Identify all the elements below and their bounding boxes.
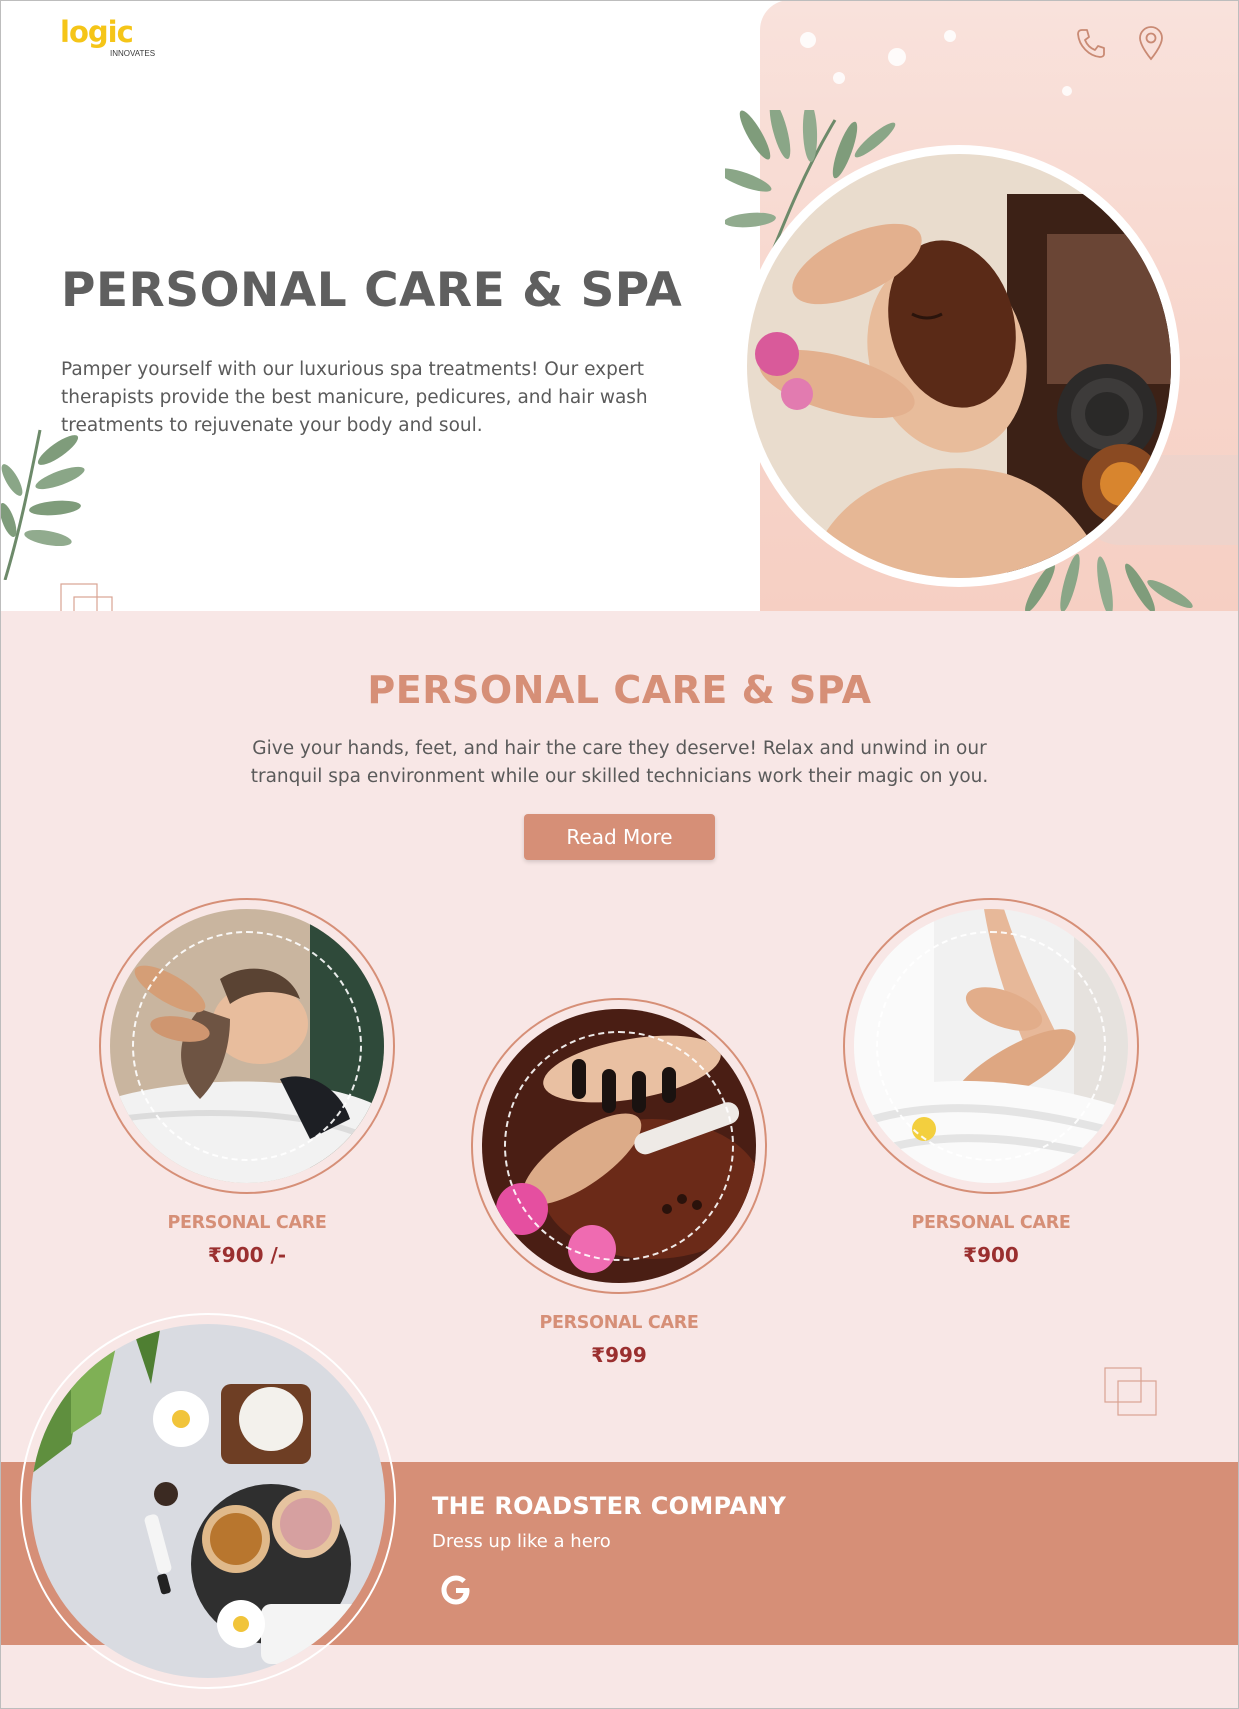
service-card[interactable]: PERSONAL CARE ₹999: [471, 998, 767, 1367]
google-icon[interactable]: [438, 1572, 474, 1608]
company-name: THE ROADSTER COMPANY: [432, 1492, 787, 1520]
decorative-dot: [800, 32, 816, 48]
service-card-image-ring: [471, 998, 767, 1294]
manicure-photo: [482, 1009, 756, 1283]
service-card-price: ₹900 /-: [207, 1243, 287, 1267]
hero-facial-photo: [738, 145, 1180, 587]
decorative-dot: [1062, 86, 1072, 96]
decorative-dashed-ring: [504, 1031, 734, 1261]
hair-wash-photo: [110, 909, 384, 1183]
service-card-image-ring: [843, 898, 1139, 1194]
decorative-squares: [1104, 1367, 1157, 1416]
service-card-label: PERSONAL CARE: [167, 1213, 327, 1233]
service-card-image-ring: [99, 898, 395, 1194]
decorative-dot: [888, 48, 906, 66]
phone-icon[interactable]: [1072, 24, 1110, 62]
decorative-dot: [833, 72, 845, 84]
decorative-dot: [944, 30, 956, 42]
logo-tagline: INNOVATES: [110, 49, 156, 58]
service-card-price: ₹999: [591, 1343, 647, 1367]
hero-title: PERSONAL CARE & SPA: [61, 263, 683, 318]
decorative-dashed-ring: [132, 931, 362, 1161]
decorative-squares: [60, 583, 113, 611]
section-title: PERSONAL CARE & SPA: [367, 668, 872, 712]
hero-description: Pamper yourself with our luxurious spa t…: [61, 359, 648, 436]
service-card-label: PERSONAL CARE: [539, 1313, 699, 1333]
company-tagline: Dress up like a hero: [432, 1531, 611, 1552]
logo-wordmark: logic: [60, 15, 134, 49]
map-pin-icon[interactable]: [1132, 24, 1170, 62]
service-card-label: PERSONAL CARE: [911, 1213, 1071, 1233]
service-card-price: ₹900: [963, 1243, 1019, 1267]
foot-massage-photo: [854, 909, 1128, 1183]
decorative-dashed-ring: [876, 931, 1106, 1161]
spa-products-photo: [20, 1313, 396, 1689]
hero-section: logic INNOVATES PERSONAL CARE & SPA Pamp…: [0, 0, 1239, 611]
service-card[interactable]: PERSONAL CARE ₹900 /-: [99, 898, 395, 1267]
leaf-decoration: [0, 429, 85, 580]
read-more-button[interactable]: Read More: [524, 814, 715, 860]
logo[interactable]: logic INNOVATES: [60, 15, 155, 59]
service-card[interactable]: PERSONAL CARE ₹900: [843, 898, 1139, 1267]
section-description: Give your hands, feet, and hair the care…: [250, 738, 989, 787]
